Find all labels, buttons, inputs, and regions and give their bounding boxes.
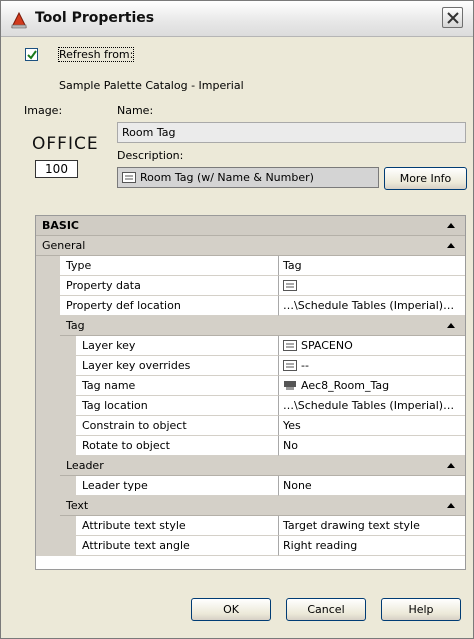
property-name: Attribute text style [76, 516, 279, 536]
name-input[interactable]: Room Tag [117, 122, 466, 143]
cancel-button[interactable]: Cancel [286, 598, 366, 621]
category-leader[interactable]: Leader [36, 456, 465, 476]
collapse-icon[interactable] [447, 503, 455, 508]
property-name: Type [60, 256, 279, 276]
property-row[interactable]: Tag location …\Schedule Tables (Imperial… [36, 396, 465, 416]
category-label: Leader [66, 459, 104, 472]
property-row[interactable]: Rotate to object No [36, 436, 465, 456]
description-label: Description: [117, 149, 184, 162]
description-value: Room Tag (w/ Name & Number) [140, 171, 314, 184]
property-row[interactable]: Leader type None [36, 476, 465, 496]
property-row[interactable]: Property data [36, 276, 465, 296]
property-name: Constrain to object [76, 416, 279, 436]
property-value[interactable]: Right reading [279, 536, 465, 556]
category-text[interactable]: Text [36, 496, 465, 516]
collapse-icon[interactable] [447, 463, 455, 468]
list-icon [122, 172, 136, 183]
collapse-icon[interactable] [447, 243, 455, 248]
category-label: BASIC [42, 219, 79, 232]
property-value[interactable]: SPACENO [279, 336, 465, 356]
property-name: Tag location [76, 396, 279, 416]
collapse-icon[interactable] [447, 223, 455, 228]
category-general[interactable]: General [36, 236, 465, 256]
property-value[interactable]: …\Schedule Tables (Imperial)… [279, 396, 465, 416]
list-icon[interactable] [283, 340, 297, 351]
checkmark-icon [27, 50, 37, 60]
list-icon[interactable] [283, 280, 297, 291]
property-row[interactable]: Property def location …\Schedule Tables … [36, 296, 465, 316]
description-input[interactable]: Room Tag (w/ Name & Number) [117, 167, 379, 188]
refresh-from-label[interactable]: Refresh from: [57, 47, 135, 62]
property-name: Property data [60, 276, 279, 296]
property-name: Rotate to object [76, 436, 279, 456]
list-icon[interactable] [283, 360, 297, 371]
name-label: Name: [117, 104, 154, 117]
help-button[interactable]: Help [381, 598, 461, 621]
tool-image-preview[interactable]: OFFICE 100 [25, 134, 98, 179]
catalog-name: Sample Palette Catalog - Imperial [59, 79, 244, 92]
image-label: Image: [24, 104, 63, 117]
property-grid: BASIC General Type Tag Property data Pro… [35, 215, 466, 570]
property-name: Tag name [76, 376, 279, 396]
more-info-button[interactable]: More Info [384, 167, 467, 190]
office-text: OFFICE [32, 134, 99, 154]
property-value[interactable]: …\Schedule Tables (Imperial)… [279, 296, 465, 316]
property-value[interactable]: Target drawing text style [279, 516, 465, 536]
office-number: 100 [35, 160, 78, 178]
property-row[interactable]: Type Tag [36, 256, 465, 276]
property-value[interactable]: No [279, 436, 465, 456]
property-row[interactable]: Attribute text angle Right reading [36, 536, 465, 556]
property-value[interactable]: Yes [279, 416, 465, 436]
close-button[interactable] [442, 7, 463, 28]
property-row[interactable]: Tag name Aec8_Room_Tag [36, 376, 465, 396]
property-name: Layer key [76, 336, 279, 356]
category-label: Text [66, 499, 89, 512]
property-name: Leader type [76, 476, 279, 496]
property-name: Layer key overrides [76, 356, 279, 376]
property-value[interactable]: -- [279, 356, 465, 376]
property-value[interactable]: Tag [279, 256, 465, 276]
ok-button[interactable]: OK [191, 598, 271, 621]
property-row[interactable]: Layer key SPACENO [36, 336, 465, 356]
refresh-checkbox[interactable] [25, 48, 38, 61]
tool-properties-icon [11, 11, 27, 29]
category-label: General [42, 239, 86, 252]
category-basic[interactable]: BASIC [36, 216, 465, 236]
tag-block-icon[interactable] [283, 380, 297, 391]
property-value[interactable]: None [279, 476, 465, 496]
property-name: Property def location [60, 296, 279, 316]
property-name: Attribute text angle [76, 536, 279, 556]
dialog-title: Tool Properties [35, 10, 155, 26]
category-tag[interactable]: Tag [36, 316, 465, 336]
property-row[interactable]: Attribute text style Target drawing text… [36, 516, 465, 536]
property-value[interactable] [279, 276, 465, 296]
property-value[interactable]: Aec8_Room_Tag [279, 376, 465, 396]
property-row[interactable]: Constrain to object Yes [36, 416, 465, 436]
collapse-icon[interactable] [447, 323, 455, 328]
tool-properties-dialog: Tool Properties Refresh from: Sample Pal… [0, 0, 474, 639]
title-bar: Tool Properties [1, 1, 473, 37]
close-icon [447, 12, 459, 24]
category-label: Tag [66, 319, 85, 332]
property-row[interactable]: Layer key overrides -- [36, 356, 465, 376]
